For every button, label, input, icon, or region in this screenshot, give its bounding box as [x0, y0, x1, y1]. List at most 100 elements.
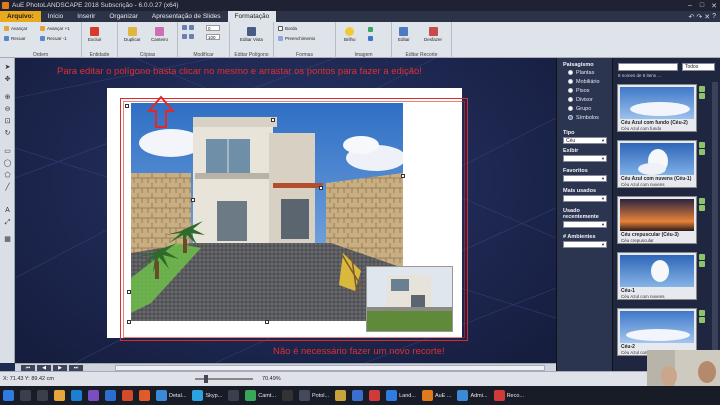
line-tool-icon[interactable]: ╱: [3, 182, 12, 191]
editar-button[interactable]: Editar: [398, 27, 410, 42]
category-simbolos[interactable]: Símbolos: [557, 113, 612, 122]
pinned-app-icon[interactable]: [352, 390, 364, 401]
taskbar-app[interactable]: Admi...: [457, 390, 488, 401]
filter-mais-usados-select[interactable]: ▼: [563, 195, 607, 202]
canteiro-button[interactable]: Canteiro: [151, 27, 168, 42]
category-grupo[interactable]: Grupo: [557, 104, 612, 113]
taskbar-app[interactable]: AuE ...: [421, 390, 451, 401]
add-icon[interactable]: [699, 142, 705, 148]
tab-inserir[interactable]: Inserir: [70, 11, 102, 22]
zoom-out-icon[interactable]: ⊖: [3, 104, 12, 113]
category-mobiliario[interactable]: Mobiliário: [557, 77, 612, 86]
image-color-buttons[interactable]: [368, 27, 373, 32]
tab-formatacao[interactable]: Formatação: [227, 11, 277, 22]
zoom-slider-handle[interactable]: [204, 375, 208, 383]
measure-tool-icon[interactable]: ⤢: [3, 218, 12, 227]
duplicar-button[interactable]: Duplicar: [124, 27, 141, 42]
gallery-item[interactable]: Céu-2 Céu Azul com fundo: [617, 308, 697, 356]
ellipse-tool-icon[interactable]: ◯: [3, 158, 12, 167]
rectangle-tool-icon[interactable]: ▭: [3, 146, 12, 155]
align-buttons[interactable]: [182, 34, 194, 39]
gallery-item[interactable]: Céu-1 Céu Azul com nuvens: [617, 252, 697, 300]
add-icon[interactable]: [699, 254, 705, 260]
vscode-icon[interactable]: [105, 390, 116, 401]
rotate-view-icon[interactable]: ↻: [3, 128, 12, 137]
taskbar-app[interactable]: Reco...: [493, 390, 524, 401]
firefox-icon[interactable]: [139, 390, 150, 401]
flip-buttons[interactable]: [182, 25, 194, 30]
editar-vista-button[interactable]: Editar Vista: [240, 27, 263, 42]
scale-field[interactable]: 100: [206, 34, 220, 40]
pinned-app-icon[interactable]: [228, 390, 240, 401]
favorite-icon[interactable]: [699, 317, 705, 323]
filter-tipo-select[interactable]: Céu ▼: [563, 137, 607, 144]
brilho-button[interactable]: Brilho: [344, 27, 356, 42]
add-icon[interactable]: [699, 86, 705, 92]
gallery-search-input[interactable]: [618, 63, 678, 71]
pinned-app-icon[interactable]: [369, 390, 381, 401]
filter-ambientes-select[interactable]: ▼: [563, 241, 607, 248]
avancar-button[interactable]: Avançar: [4, 26, 27, 31]
rotate-field[interactable]: 0: [206, 25, 220, 31]
file-explorer-icon[interactable]: [54, 390, 65, 401]
minimize-button[interactable]: –: [684, 2, 696, 9]
gallery-item[interactable]: Céu Azul com nuvens (Céu-1) Céu Azul com…: [617, 140, 697, 188]
undo-icon[interactable]: ↶: [688, 13, 694, 21]
pan-tool-icon[interactable]: ✥: [3, 74, 12, 83]
text-tool-icon[interactable]: A: [3, 206, 12, 215]
maximize-button[interactable]: □: [696, 2, 708, 9]
tab-apresentacao[interactable]: Apresentação de Slides: [145, 11, 228, 22]
favorite-icon[interactable]: [699, 261, 705, 267]
help-icon[interactable]: ?: [712, 13, 716, 20]
taskbar-app[interactable]: Detal...: [156, 390, 186, 401]
tab-arquivo[interactable]: Arquivo:: [0, 11, 41, 22]
recuar-minus-button[interactable]: Recuar -1: [40, 36, 67, 41]
redo-icon[interactable]: ↷: [696, 13, 702, 21]
favorite-icon[interactable]: [699, 93, 705, 99]
filter-recente-select[interactable]: ▼: [563, 221, 607, 228]
taskbar-app[interactable]: Skyp...: [192, 390, 222, 401]
recuar-button[interactable]: Recuar: [4, 36, 26, 41]
office-icon[interactable]: [122, 390, 133, 401]
canvas-workspace[interactable]: Para editar o polígono basta clicar no m…: [15, 58, 556, 363]
filter-favoritos-select[interactable]: ▼: [563, 175, 607, 182]
visual-studio-icon[interactable]: [88, 390, 99, 401]
avancar-plus-button[interactable]: Avançar +1: [40, 26, 70, 31]
desfazer-button[interactable]: Desfazer: [424, 27, 442, 42]
category-pisos[interactable]: Pisos: [557, 86, 612, 95]
gallery-filter-select[interactable]: Todos: [682, 63, 715, 71]
excluir-button[interactable]: Excluir: [88, 27, 102, 42]
gallery-item[interactable]: Céu Azul com fundo (Céu-2) Céu Azul com …: [617, 84, 697, 132]
reference-photo-thumbnail[interactable]: [366, 266, 453, 332]
favorite-icon[interactable]: [699, 149, 705, 155]
gallery-scrollbar[interactable]: [712, 82, 718, 367]
gallery-item[interactable]: Céu crepuscular (Céu-3) Céu crepuscular: [617, 196, 697, 244]
edge-icon[interactable]: [71, 390, 82, 401]
task-view-icon[interactable]: [37, 390, 48, 401]
filter-exibir-select[interactable]: ▼: [563, 155, 607, 162]
add-icon[interactable]: [699, 310, 705, 316]
category-plantas[interactable]: Plantas: [557, 68, 612, 77]
favorite-icon[interactable]: [699, 205, 705, 211]
windows-start-icon[interactable]: [3, 390, 14, 401]
borda-button[interactable]: Borda: [278, 26, 297, 31]
zoom-in-icon[interactable]: ⊕: [3, 92, 12, 101]
close-button[interactable]: ✕: [708, 2, 720, 10]
grid-tool-icon[interactable]: ▦: [3, 234, 12, 243]
tab-organizar[interactable]: Organizar: [102, 11, 145, 22]
pinned-app-icon[interactable]: [281, 390, 293, 401]
search-icon[interactable]: [20, 390, 31, 401]
pinned-app-icon[interactable]: [335, 390, 347, 401]
taskbar-app[interactable]: Potol...: [298, 390, 329, 401]
category-divisor[interactable]: Divisor: [557, 95, 612, 104]
preenchimento-button[interactable]: Preenchimento: [278, 36, 315, 41]
cancel-icon[interactable]: ✕: [704, 13, 710, 21]
tab-inicio[interactable]: Início: [41, 11, 71, 22]
polygon-tool-icon[interactable]: ⬠: [3, 170, 12, 179]
pointer-tool-icon[interactable]: ➤: [3, 62, 12, 71]
taskbar-app[interactable]: Camt...: [245, 390, 276, 401]
add-icon[interactable]: [699, 198, 705, 204]
image-contrast-buttons[interactable]: [368, 36, 373, 41]
zoom-fit-icon[interactable]: ⊡: [3, 116, 12, 125]
taskbar-app[interactable]: Land...: [386, 390, 416, 401]
